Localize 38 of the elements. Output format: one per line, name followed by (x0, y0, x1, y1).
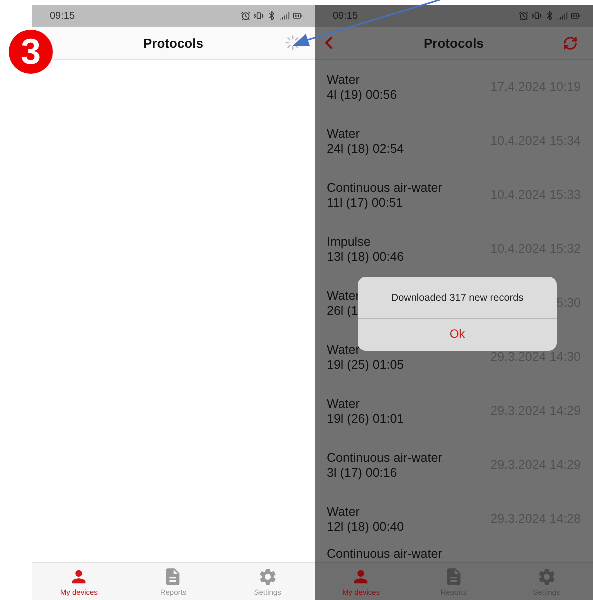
step-number-badge: 3 (9, 30, 53, 74)
ok-button[interactable]: Ok (358, 319, 557, 351)
screen-title: Protocols (142, 36, 204, 50)
record-title: Water (327, 72, 361, 86)
bluetooth-icon (267, 11, 277, 21)
record-title: Continuous air-water (327, 547, 442, 561)
battery-icon (293, 11, 303, 21)
record-title: Continuous air-water (327, 180, 442, 194)
record-row[interactable]: Continuous air-water (315, 546, 593, 562)
record-title: Water (327, 396, 361, 410)
signal-icon (280, 11, 290, 21)
alarm-icon (241, 11, 251, 21)
dialog-message: Downloaded 317 new records (358, 277, 557, 319)
record-title: Water (327, 342, 361, 356)
record-detail: 3l (17) 00:16 (327, 466, 398, 480)
battery-icon (571, 11, 581, 21)
record-detail: 11l (17) 00:51 (327, 196, 404, 210)
screen-title: Protocols (423, 36, 485, 50)
record-detail: 24l (18) 02:54 (327, 142, 404, 156)
vibrate-icon (254, 11, 264, 21)
record-detail: 19l (26) 01:01 (327, 412, 404, 426)
vibrate-icon (532, 11, 542, 21)
record-detail: 19l (25) 01:05 (327, 358, 404, 372)
record-title: Continuous air-water (327, 450, 442, 464)
status-time: 09:15 (333, 10, 358, 22)
refresh-icon[interactable] (563, 36, 578, 50)
alarm-icon (519, 11, 529, 21)
record-detail: 13l (18) 00:46 (327, 250, 404, 264)
settings-icon (536, 566, 557, 586)
record-title: Water (327, 504, 361, 518)
settings-icon (258, 566, 278, 586)
record-detail: 12l (18) 00:40 (327, 520, 404, 534)
record-detail: 4l (19) 00:56 (327, 88, 398, 102)
status-time: 09:15 (50, 10, 76, 22)
record-title: Water (327, 126, 361, 140)
bluetooth-icon (545, 11, 555, 21)
signal-icon (558, 11, 568, 21)
record-title: Impulse (327, 234, 372, 248)
